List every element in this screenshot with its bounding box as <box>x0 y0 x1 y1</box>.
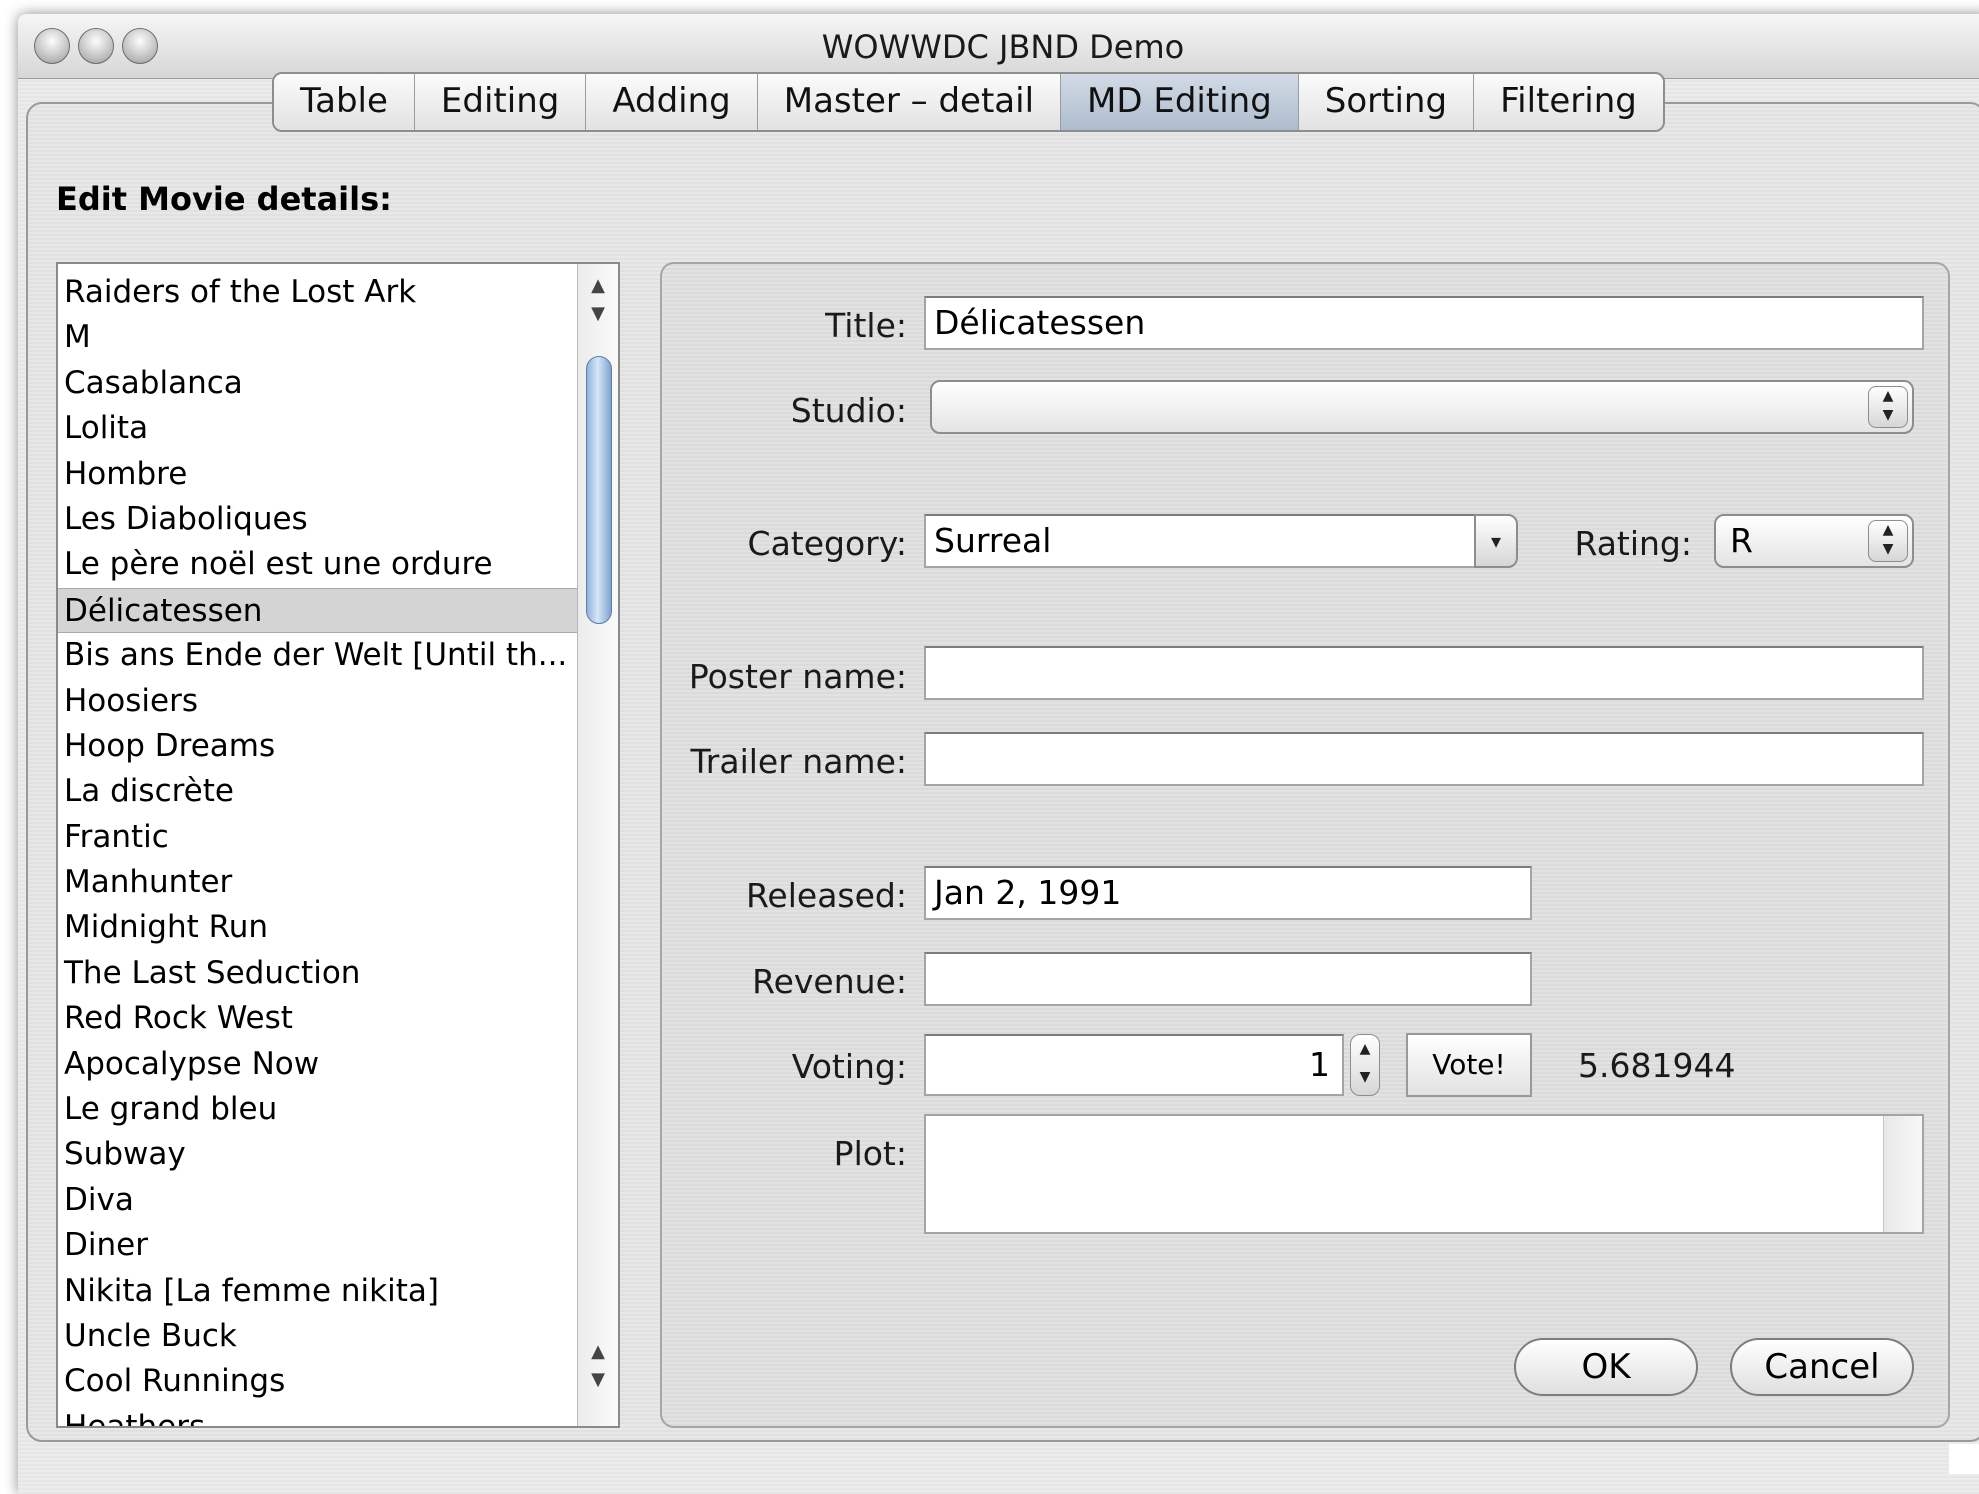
resize-grip[interactable] <box>1949 1444 1979 1474</box>
list-item[interactable]: Frantic <box>58 815 578 860</box>
list-item[interactable]: Le père noël est une ordure <box>58 542 578 587</box>
title-field[interactable]: Délicatessen <box>924 296 1924 350</box>
list-scrollbar[interactable]: ▲ ▼ ▲ ▼ <box>577 264 618 1426</box>
scroll-up-arrow-icon[interactable]: ▲ <box>578 1340 618 1364</box>
poster-name-label: Poster name: <box>688 657 907 696</box>
voting-field[interactable]: 1 <box>924 1034 1344 1096</box>
tab-filtering[interactable]: Filtering <box>1474 74 1663 130</box>
scroll-thumb[interactable] <box>586 356 612 624</box>
scroll-down-arrow-icon[interactable]: ▼ <box>578 302 618 326</box>
trailer-name-field[interactable] <box>924 732 1924 786</box>
list-item[interactable]: Heathers <box>58 1405 578 1426</box>
list-item[interactable]: La discrète <box>58 769 578 814</box>
movie-detail-form <box>660 262 1950 1428</box>
category-label: Category: <box>747 524 907 563</box>
title-bar: WOWWDC JBND Demo <box>18 14 1979 79</box>
studio-popup[interactable]: ▲ ▼ <box>930 380 1914 434</box>
poster-name-field[interactable] <box>924 646 1924 700</box>
list-item[interactable]: Hoop Dreams <box>58 724 578 769</box>
plot-text-area[interactable] <box>924 1114 1924 1234</box>
up-down-icon: ▲ ▼ <box>1868 520 1908 562</box>
list-item[interactable]: M <box>58 315 578 360</box>
page-title: Edit Movie details: <box>56 180 392 218</box>
tab-bar: Table Editing Adding Master – detail MD Edit… <box>272 72 1665 132</box>
list-item[interactable]: Le grand bleu <box>58 1087 578 1132</box>
rating-label: Rating: <box>1574 524 1692 563</box>
rating-popup[interactable]: R ▲ ▼ <box>1714 514 1914 568</box>
vote-button[interactable]: Vote! <box>1406 1033 1532 1097</box>
chevron-down-icon[interactable]: ▾ <box>1474 514 1518 568</box>
voting-stepper[interactable]: ▲ ▼ <box>1350 1034 1380 1096</box>
list-item[interactable]: Subway <box>58 1132 578 1177</box>
list-item[interactable]: Hoosiers <box>58 679 578 724</box>
list-item[interactable]: Hombre <box>58 452 578 497</box>
ok-button[interactable]: OK <box>1514 1338 1698 1396</box>
window-title: WOWWDC JBND Demo <box>821 28 1185 66</box>
list-item[interactable]: Manhunter <box>58 860 578 905</box>
up-down-icon: ▲ ▼ <box>1868 386 1908 428</box>
list-item[interactable]: Red Rock West <box>58 996 578 1041</box>
revenue-field[interactable] <box>924 952 1532 1006</box>
tab-editing[interactable]: Editing <box>414 74 587 130</box>
rating-value: R <box>1730 521 1753 560</box>
list-item[interactable]: Diner <box>58 1223 578 1268</box>
list-item[interactable]: Nikita [La femme nikita] <box>58 1269 578 1314</box>
released-label: Released: <box>745 876 907 915</box>
scroll-up-arrow-icon[interactable]: ▲ <box>578 274 618 298</box>
studio-label: Studio: <box>790 391 907 430</box>
list-item[interactable]: Les Diaboliques <box>58 497 578 542</box>
cancel-button[interactable]: Cancel <box>1730 1338 1914 1396</box>
tab-adding[interactable]: Adding <box>586 74 758 130</box>
list-item[interactable]: The Last Seduction <box>58 951 578 996</box>
list-item[interactable]: Délicatessen <box>58 587 578 634</box>
tab-md-editing[interactable]: MD Editing <box>1061 74 1299 130</box>
movie-list-items: Raiders of the Lost Ark M Casablanca Lolita… <box>58 270 578 1426</box>
list-item[interactable]: Casablanca <box>58 361 578 406</box>
plot-label: Plot: <box>833 1134 907 1173</box>
title-label: Title: <box>825 306 907 345</box>
tab-table[interactable]: Table <box>274 74 415 130</box>
scroll-down-arrow-icon[interactable]: ▼ <box>578 1368 618 1392</box>
list-item[interactable]: Bis ans Ende der Welt [Until th... <box>58 633 578 678</box>
plot-scrollbar[interactable] <box>1883 1116 1922 1232</box>
trailer-name-label: Trailer name: <box>690 742 908 781</box>
movie-list[interactable]: Raiders of the Lost Ark M Casablanca Lolita… <box>56 262 620 1428</box>
list-item[interactable]: Midnight Run <box>58 905 578 950</box>
tab-master-detail[interactable]: Master – detail <box>757 74 1062 130</box>
list-item[interactable]: Cool Runnings <box>58 1359 578 1404</box>
category-combo-field[interactable]: Surreal <box>924 514 1476 568</box>
list-item[interactable]: Apocalypse Now <box>58 1042 578 1087</box>
vote-average: 5.681944 <box>1578 1046 1736 1085</box>
revenue-label: Revenue: <box>752 962 907 1001</box>
list-item[interactable]: Diva <box>58 1178 578 1223</box>
voting-label: Voting: <box>791 1047 907 1086</box>
list-item[interactable]: Lolita <box>58 406 578 451</box>
list-item[interactable]: Raiders of the Lost Ark <box>58 270 578 315</box>
tab-sorting[interactable]: Sorting <box>1298 74 1475 130</box>
released-field[interactable]: Jan 2, 1991 <box>924 866 1532 920</box>
list-item[interactable]: Uncle Buck <box>58 1314 578 1359</box>
